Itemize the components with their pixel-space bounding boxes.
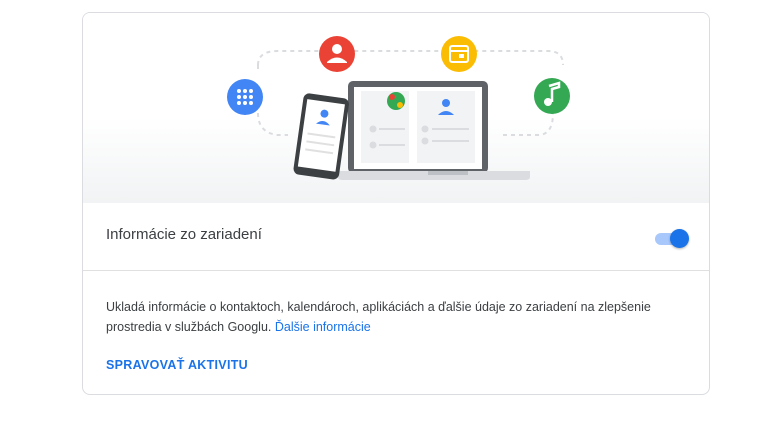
setting-row: Informácie zo zariadení xyxy=(83,203,709,271)
calendar-icon xyxy=(441,36,477,72)
illustration-area xyxy=(83,13,709,203)
apps-grid-icon xyxy=(227,79,263,115)
contact-person-icon xyxy=(319,36,355,72)
music-note-icon xyxy=(534,78,570,114)
toggle-thumb xyxy=(670,229,689,248)
devices-illustration xyxy=(227,36,570,180)
description-text: Ukladá informácie o kontaktoch, kalendár… xyxy=(106,300,651,334)
laptop-icon xyxy=(338,81,530,180)
device-info-card: Informácie zo zariadení Ukladá informáci… xyxy=(82,12,710,395)
device-info-toggle[interactable] xyxy=(653,228,689,248)
learn-more-link[interactable]: Ďalšie informácie xyxy=(275,320,371,334)
setting-description: Ukladá informácie o kontaktoch, kalendár… xyxy=(106,297,666,337)
phone-icon xyxy=(293,93,349,180)
manage-activity-button[interactable]: SPRAVOVAŤ AKTIVITU xyxy=(106,358,248,372)
setting-title: Informácie zo zariadení xyxy=(106,226,262,243)
